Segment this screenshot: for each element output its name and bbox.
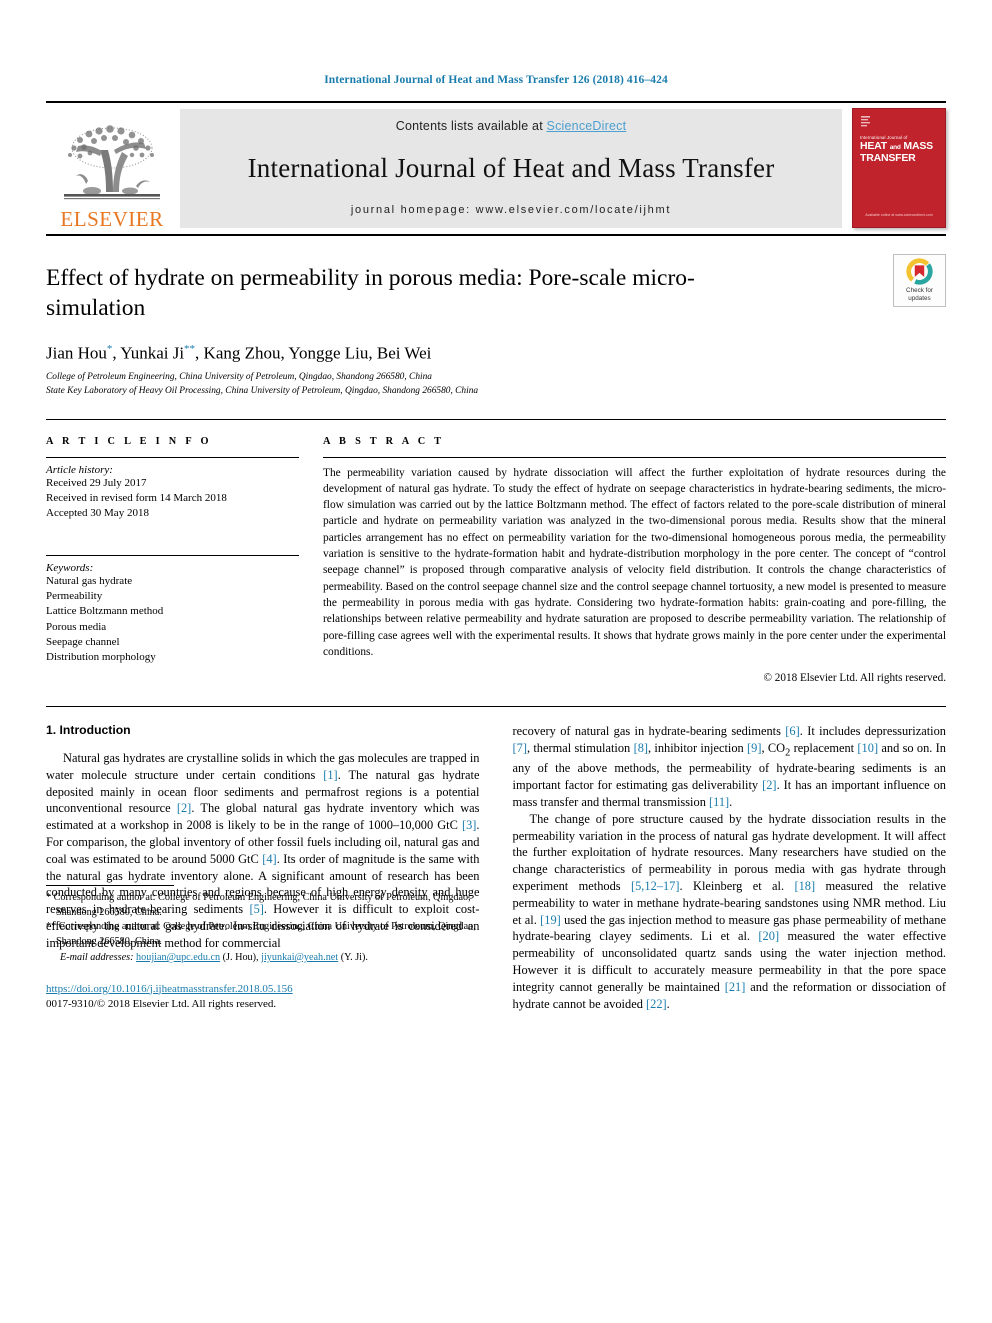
cover-line2: MASS — [903, 140, 933, 152]
citation-ref[interactable]: [10] — [857, 741, 878, 755]
journal-masthead: ELSEVIER Contents lists available at Sci… — [46, 101, 946, 234]
email-line: E-mail addresses: houjian@upc.edu.cn (J.… — [46, 951, 480, 965]
citation-ref[interactable]: [3] — [462, 818, 476, 832]
author-4: Yongge Liu — [288, 343, 369, 363]
footnote-1: * Corresponding author at: College of Pe… — [46, 892, 471, 918]
crossmark-label: Check for updates — [906, 287, 933, 303]
citation-ref[interactable]: [22] — [646, 997, 667, 1011]
citation-ref[interactable]: [6] — [785, 724, 799, 738]
citation-ref[interactable]: [19] — [540, 913, 561, 927]
contents-prefix: Contents lists available at — [395, 119, 547, 133]
citation-ref[interactable]: [5,12–17] — [631, 879, 680, 893]
footnote-2: ** Corresponding author at: College of P… — [46, 921, 476, 947]
journal-banner: Contents lists available at ScienceDirec… — [180, 109, 842, 228]
corresponding-marker-1: * — [106, 342, 113, 355]
citation-ref[interactable]: [7] — [513, 741, 527, 755]
citation-ref[interactable]: [2] — [177, 801, 191, 815]
author-1: Jian Hou — [46, 343, 107, 363]
doi-link[interactable]: https://doi.org/10.1016/j.ijheatmasstran… — [46, 982, 480, 997]
paper-page: International Journal of Heat and Mass T… — [0, 0, 992, 1323]
history-item: Received in revised form 14 March 2018 — [46, 491, 227, 504]
keyword-item: Porous media — [46, 620, 107, 633]
author-3: Kang Zhou — [203, 343, 281, 363]
cover-line1: HEAT — [860, 140, 888, 152]
footnote-rule — [46, 885, 174, 887]
cover-line3: TRANSFER — [860, 151, 916, 164]
body-columns: 1. Introduction Natural gas hydrates are… — [46, 723, 946, 1012]
footnote-area: * Corresponding author at: College of Pe… — [46, 885, 480, 1012]
cover-footer: Available online at www.sciencedirect.co… — [865, 212, 933, 217]
citation-ref[interactable]: [11] — [709, 795, 729, 809]
email-owner-1: (J. Hou), — [222, 952, 259, 964]
affiliation-2: State Key Laboratory of Heavy Oil Proces… — [46, 385, 479, 396]
affiliations: College of Petroleum Engineering, China … — [46, 371, 946, 398]
abstract-column: A B S T R A C T The permeability variati… — [323, 435, 947, 685]
contents-line: Contents lists available at ScienceDirec… — [396, 119, 627, 133]
article-history-label: Article history: — [46, 463, 113, 476]
doi-block: https://doi.org/10.1016/j.ijheatmasstran… — [46, 982, 480, 1013]
abstract-text: The permeability variation caused by hyd… — [323, 466, 946, 658]
keyword-item: Seepage channel — [46, 635, 120, 648]
citation-ref[interactable]: [9] — [747, 741, 761, 755]
citation-ref[interactable]: [4] — [262, 852, 276, 866]
info-divider — [46, 456, 299, 458]
crossmark-line2: updates — [908, 295, 931, 302]
crossmark-icon — [906, 258, 933, 285]
author-2: Yunkai Ji — [120, 343, 185, 363]
article-info-heading: A R T I C L E I N F O — [46, 435, 212, 447]
crossmark-line1: Check for — [906, 287, 933, 295]
citation-ref[interactable]: [1] — [323, 768, 337, 782]
abstract-divider — [323, 456, 946, 458]
copyright-line: © 2018 Elsevier Ltd. All rights reserved… — [763, 672, 947, 685]
journal-homepage[interactable]: journal homepage: www.elsevier.com/locat… — [351, 204, 671, 216]
cover-elsevier-icon — [859, 114, 872, 129]
author-5: Bei Wei — [376, 343, 432, 363]
info-abstract-section: A R T I C L E I N F O Article history: R… — [46, 418, 947, 685]
citation-ref[interactable]: [2] — [762, 778, 776, 792]
cover-title: HEAT and MASS TRANSFER — [860, 140, 939, 165]
crossmark-badge[interactable]: Check for updates — [893, 254, 946, 307]
keyword-item: Lattice Boltzmann method — [46, 605, 164, 618]
section-heading-introduction: 1. Introduction — [46, 723, 131, 738]
author-list: Jian Hou*, Yunkai Ji**, Kang Zhou, Yongg… — [46, 342, 432, 363]
email-owner-2: (Y. Ji). — [340, 952, 368, 964]
elsevier-wordmark: ELSEVIER — [60, 207, 164, 231]
left-column: 1. Introduction Natural gas hydrates are… — [46, 723, 480, 1012]
elsevier-logo: ELSEVIER — [46, 103, 178, 234]
elsevier-tree-icon — [64, 125, 160, 200]
citation-ref[interactable]: [20] — [758, 929, 779, 943]
keywords-block: Keywords: Natural gas hydrate Permeabili… — [46, 555, 299, 665]
journal-cover-thumbnail: International Journal of HEAT and MASS T… — [852, 108, 946, 228]
email-label: E-mail addresses: — [60, 952, 134, 964]
citation-ref[interactable]: [8] — [634, 741, 648, 755]
title-block: Check for updates Effect of hydrate on p… — [46, 234, 946, 399]
email-link-1[interactable]: houjian@upc.edu.cn — [136, 952, 220, 963]
sciencedirect-link[interactable]: ScienceDirect — [547, 119, 627, 133]
running-head: International Journal of Heat and Mass T… — [324, 74, 668, 86]
page-title: Effect of hydrate on permeability in por… — [46, 265, 695, 322]
citation-ref[interactable]: [18] — [794, 879, 815, 893]
keyword-item: Permeability — [46, 590, 103, 603]
article-info-column: A R T I C L E I N F O Article history: R… — [46, 436, 299, 685]
intro-paragraph-right-2: The change of pore structure caused by t… — [512, 811, 947, 1011]
citation-ref[interactable]: [21] — [725, 980, 746, 994]
email-link-2[interactable]: jiyunkai@yeah.net — [261, 952, 338, 963]
keyword-item: Natural gas hydrate — [46, 575, 133, 588]
affiliation-1: College of Petroleum Engineering, China … — [46, 372, 432, 383]
keywords-label: Keywords: — [46, 562, 94, 575]
right-column: recovery of natural gas in hydrate-beari… — [513, 723, 947, 1012]
abstract-heading: A B S T R A C T — [323, 435, 445, 447]
history-item: Received 29 July 2017 — [46, 476, 147, 489]
corresponding-marker-2: ** — [184, 342, 196, 355]
keywords-divider — [46, 555, 299, 557]
body-divider — [46, 706, 946, 708]
history-item: Accepted 30 May 2018 — [46, 506, 149, 519]
issn-line: 0017-9310/© 2018 Elsevier Ltd. All right… — [46, 997, 277, 1010]
intro-paragraph-right-1: recovery of natural gas in hydrate-beari… — [512, 724, 947, 809]
cover-and: and — [889, 144, 901, 151]
keyword-item: Distribution morphology — [46, 650, 156, 663]
journal-title: International Journal of Heat and Mass T… — [247, 153, 775, 183]
